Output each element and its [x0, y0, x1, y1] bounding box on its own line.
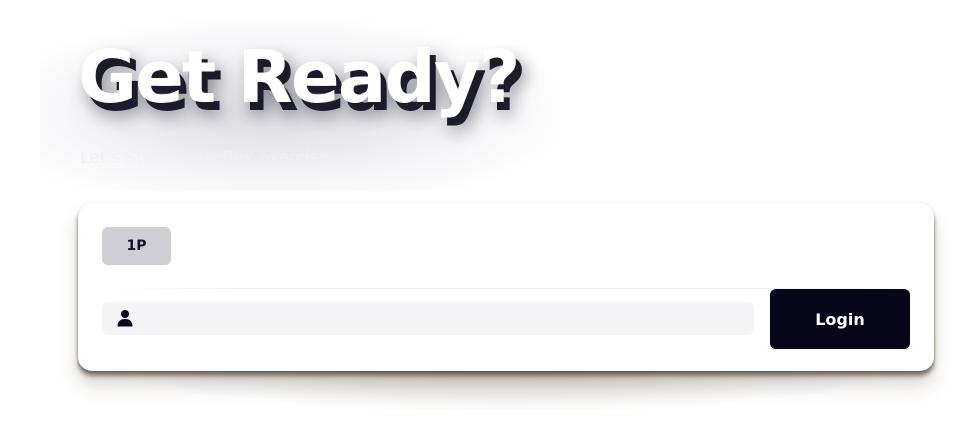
page-title: Get Ready?: [78, 35, 521, 119]
user-icon: [116, 309, 134, 327]
player-tab-1p[interactable]: 1P: [102, 227, 171, 265]
page-subtitle: Let's Start the reflex exercise: [80, 148, 330, 168]
login-screen: Get Ready? Let's Start the reflex exerci…: [0, 0, 974, 432]
name-field[interactable]: [102, 302, 754, 335]
login-card: 1P Login: [78, 203, 934, 371]
name-input[interactable]: [142, 302, 742, 335]
login-button[interactable]: Login: [770, 289, 910, 349]
